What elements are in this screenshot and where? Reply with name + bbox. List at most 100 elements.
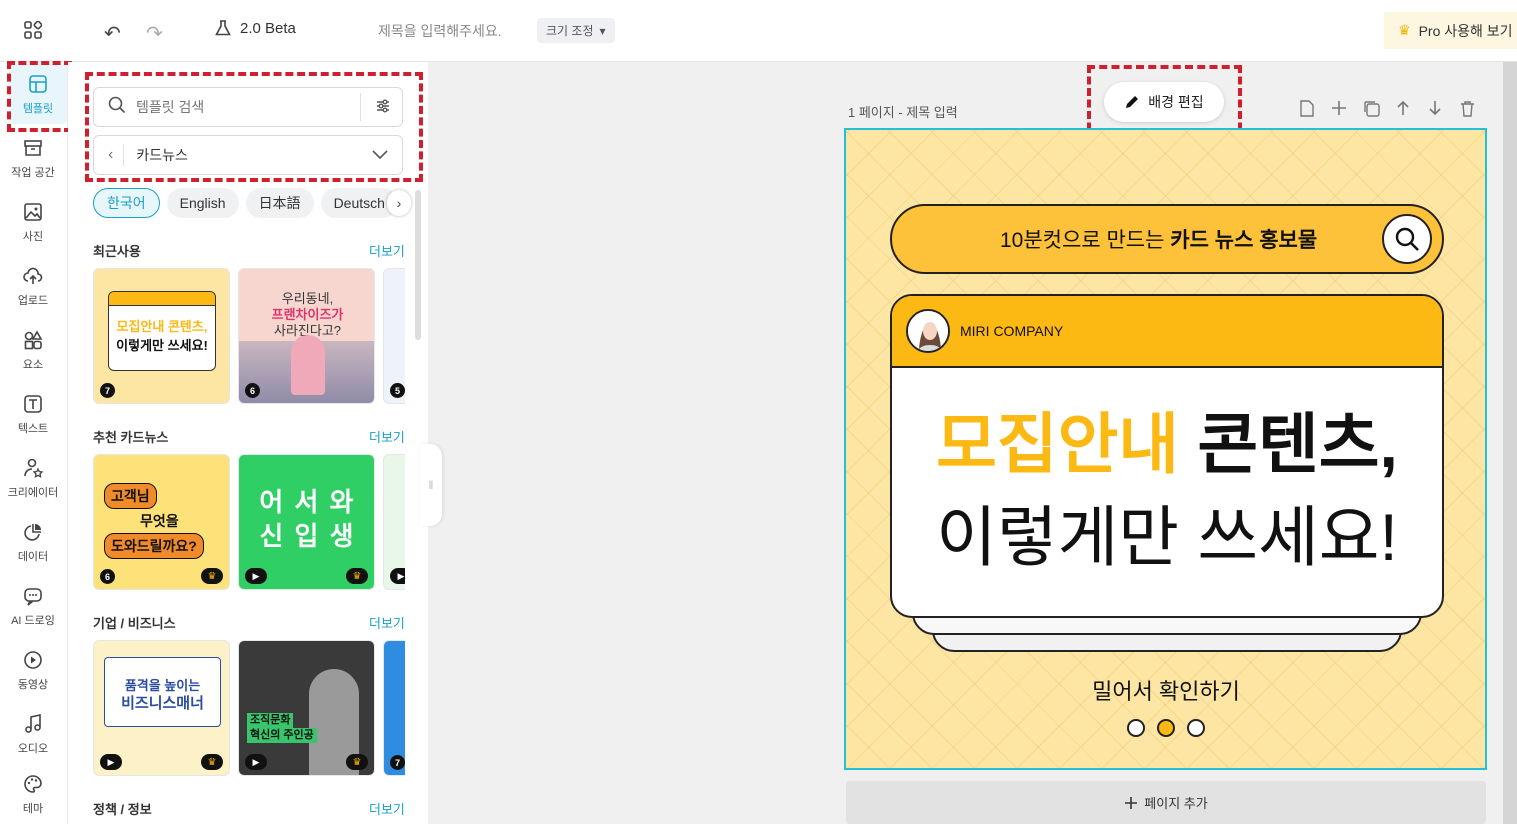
beta-button[interactable]: 2.0 Beta xyxy=(214,19,296,37)
redo-icon[interactable]: ↷ xyxy=(146,21,163,46)
panel-scrollbar[interactable] xyxy=(415,190,421,340)
content-card[interactable]: MIRI COMPANY 모집안내 콘텐츠, 이렇게만 쓰세요! xyxy=(890,294,1444,618)
chevron-down-icon xyxy=(372,147,388,163)
template-thumb[interactable]: 조직문화 혁신의 주인공 ▶ ♛ xyxy=(238,640,375,776)
crown-icon: ♛ xyxy=(346,568,368,584)
play-badge-icon: ▶ xyxy=(390,568,405,584)
pro-trial-button[interactable]: ♛ Pro 사용해 보기 xyxy=(1384,12,1517,49)
pagination-dot xyxy=(1127,719,1145,737)
thumb-text: 모집안내 콘텐츠, xyxy=(109,316,215,335)
arrow-up-icon[interactable] xyxy=(1394,100,1412,122)
rail-item-audio[interactable]: 오디오 xyxy=(0,704,66,764)
thumb-text-line: 혁신의 주인공 xyxy=(247,728,317,743)
section-title: 기업 / 비즈니스 xyxy=(93,616,176,631)
template-thumb[interactable]: 7 xyxy=(383,640,405,776)
trash-icon[interactable] xyxy=(1458,100,1476,122)
lang-chip-korean[interactable]: 한국어 xyxy=(93,188,160,218)
ai-chat-icon xyxy=(24,587,42,606)
background-edit-button[interactable]: 배경 편집 xyxy=(1104,82,1224,122)
rail-item-workspace[interactable]: 작업 공간 xyxy=(0,128,66,188)
template-thumb[interactable]: 고객님 무엇을 도와드릴까요? 6 ♛ xyxy=(93,454,230,590)
divider xyxy=(123,144,125,166)
template-thumb[interactable]: 품격을 높이는 비즈니스매너 ▶ ♛ xyxy=(93,640,230,776)
template-thumb[interactable]: 5 xyxy=(383,268,405,404)
panel-collapse-handle[interactable]: ‖ xyxy=(420,444,442,526)
back-chevron-icon[interactable]: ‹ xyxy=(108,146,113,164)
play-badge-icon: ▶ xyxy=(245,754,267,770)
thumb-card-header xyxy=(109,292,215,306)
rail-item-text[interactable]: 텍스트 xyxy=(0,384,66,444)
rail-label: 텍스트 xyxy=(17,422,49,435)
headline-pill[interactable]: 10분컷으로 만드는 카드 뉴스 홍보물 xyxy=(890,204,1444,274)
rail-item-theme[interactable]: 테마 xyxy=(0,768,66,820)
category-label: 카드뉴스 xyxy=(136,147,188,163)
template-thumb[interactable]: ▶ xyxy=(383,454,405,590)
more-link[interactable]: 더보기 xyxy=(369,613,405,632)
page-count-badge: 7 xyxy=(390,755,405,770)
rail-label: AI 드로잉 xyxy=(11,614,55,627)
card-header: MIRI COMPANY xyxy=(892,296,1442,368)
template-panel: ‹ 카드뉴스 한국어 English 日本語 Deutsch › 최근사용 더보… xyxy=(68,62,428,824)
rail-item-elements[interactable]: 요소 xyxy=(0,320,66,380)
chevron-right-icon[interactable]: › xyxy=(387,190,411,216)
duplicate-icon[interactable] xyxy=(1362,100,1380,122)
search-icon xyxy=(108,96,126,119)
thumb-text-line: 고객님 xyxy=(104,483,157,509)
resize-button[interactable]: 크기 조정 ▾ xyxy=(537,18,615,43)
section-title: 추천 카드뉴스 xyxy=(93,430,169,445)
rail-item-creator[interactable]: 크리에이터 xyxy=(0,448,66,508)
category-select[interactable]: ‹ 카드뉴스 xyxy=(93,135,403,175)
page-count-badge: 6 xyxy=(100,569,115,584)
rail-label: 동영상 xyxy=(17,678,49,691)
more-link[interactable]: 더보기 xyxy=(369,241,405,260)
rail-item-data[interactable]: 데이터 xyxy=(0,512,66,572)
undo-icon[interactable]: ↶ xyxy=(104,21,121,46)
lang-chip-japanese[interactable]: 日本語 xyxy=(245,188,314,218)
section-title: 최근사용 xyxy=(93,244,141,259)
rail-label: 요소 xyxy=(22,358,44,371)
template-thumb[interactable]: 어 서 와 신 입 생 ▶ ♛ xyxy=(238,454,375,590)
flask-icon xyxy=(215,20,231,36)
thumb-text-line: 비즈니스매너 xyxy=(121,695,204,712)
page-toolbar xyxy=(1298,100,1476,122)
rail-label: 작업 공간 xyxy=(11,166,55,179)
template-thumb[interactable]: 우리동네, 프랜차이즈가 사라진다고? 6 xyxy=(238,268,375,404)
thumb-text-line: 무엇을 xyxy=(140,513,179,529)
rail-label: 사진 xyxy=(22,230,44,243)
arrow-down-icon[interactable] xyxy=(1426,100,1444,122)
template-search[interactable] xyxy=(93,87,403,127)
thumb-text: 어 서 와 신 입 생 xyxy=(239,485,374,553)
title-input[interactable]: 제목을 입력해주세요. xyxy=(378,21,502,41)
search-input[interactable] xyxy=(136,99,356,115)
apps-grid-icon[interactable] xyxy=(24,21,42,39)
divider xyxy=(360,93,361,121)
rail-label: 업로드 xyxy=(17,294,49,307)
language-filter: 한국어 English 日本語 Deutsch xyxy=(93,188,410,218)
rail-item-upload[interactable]: 업로드 xyxy=(0,256,66,316)
plus-icon[interactable] xyxy=(1330,100,1348,122)
lang-chip-english[interactable]: English xyxy=(166,188,239,218)
more-link[interactable]: 더보기 xyxy=(369,799,405,818)
company-name: MIRI COMPANY xyxy=(960,323,1064,339)
rail-item-template[interactable]: 템플릿 xyxy=(9,64,67,124)
design-canvas[interactable]: 10분컷으로 만드는 카드 뉴스 홍보물 MIRI COMPANY 모집안내 콘… xyxy=(844,128,1487,770)
rail-item-photo[interactable]: 사진 xyxy=(0,192,66,252)
avatar xyxy=(906,309,950,353)
play-icon xyxy=(24,650,42,669)
rail-item-ai-drawing[interactable]: AI 드로잉 xyxy=(0,576,66,636)
page-icon[interactable] xyxy=(1298,100,1316,122)
filter-icon[interactable] xyxy=(375,98,391,117)
pro-label: Pro 사용해 보기 xyxy=(1418,22,1513,39)
more-link[interactable]: 더보기 xyxy=(369,427,405,446)
page-label[interactable]: 1 페이지 - 제목 입력 xyxy=(848,102,958,121)
image-icon xyxy=(24,202,42,221)
text-icon xyxy=(24,394,42,413)
rail-label: 크리에이터 xyxy=(7,486,59,499)
page-count-badge: 5 xyxy=(390,383,405,398)
play-badge-icon: ▶ xyxy=(100,754,122,770)
template-thumb[interactable]: 모집안내 콘텐츠, 이렇게만 쓰세요! 7 xyxy=(93,268,230,404)
music-note-icon xyxy=(25,713,41,733)
bg-edit-label: 배경 편집 xyxy=(1148,94,1204,110)
rail-item-video[interactable]: 동영상 xyxy=(0,640,66,700)
add-page-button[interactable]: 페이지 추가 xyxy=(846,781,1486,824)
